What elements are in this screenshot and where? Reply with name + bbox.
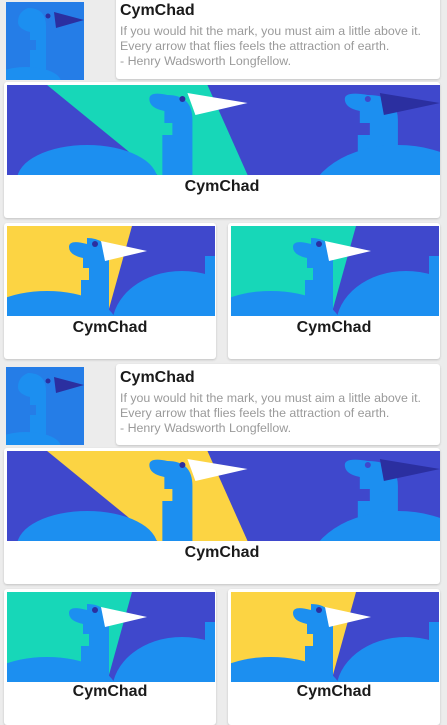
- quote-author: - Henry Wadsworth Longfellow.: [120, 421, 292, 435]
- bird-image: [7, 592, 215, 682]
- item-title: CymChad: [184, 178, 260, 195]
- bird-image: [231, 592, 439, 682]
- right-title: CymChad: [296, 683, 372, 700]
- right-title: CymChad: [296, 319, 372, 336]
- list-item-right-card[interactable]: CymChad: [228, 223, 440, 359]
- left-image: [7, 226, 215, 316]
- banner-image: [7, 451, 440, 541]
- item-quote: If you would hit the mark, you must aim …: [120, 24, 432, 69]
- item-title: CymChad: [120, 369, 195, 386]
- left-image: [7, 592, 215, 682]
- list-item-banner-card[interactable]: CymChad: [4, 82, 440, 218]
- bird-image: [7, 85, 440, 175]
- list-item-left-card[interactable]: CymChad: [4, 223, 216, 359]
- quote-text: If you would hit the mark, you must aim …: [120, 24, 421, 53]
- bird-image: [6, 367, 84, 445]
- banner-image: [7, 85, 440, 175]
- bird-image: [6, 2, 84, 80]
- quote-author: - Henry Wadsworth Longfellow.: [120, 54, 292, 68]
- list-item-right-card[interactable]: CymChad: [228, 589, 440, 725]
- item-title: CymChad: [120, 2, 195, 19]
- right-image: [231, 226, 439, 316]
- bird-image: [7, 451, 440, 541]
- item-quote: If you would hit the mark, you must aim …: [120, 391, 432, 436]
- list-item-text-card[interactable]: CymChad If you would hit the mark, you m…: [116, 0, 440, 79]
- quote-text: If you would hit the mark, you must aim …: [120, 391, 421, 420]
- left-title: CymChad: [72, 319, 148, 336]
- right-image: [231, 592, 439, 682]
- bird-image: [231, 226, 439, 316]
- item-image[interactable]: [6, 367, 84, 445]
- list-item-left-card[interactable]: CymChad: [4, 589, 216, 725]
- list-item-text-card[interactable]: CymChad If you would hit the mark, you m…: [116, 364, 440, 445]
- list-item-banner-card[interactable]: CymChad: [4, 448, 440, 584]
- item-title: CymChad: [184, 544, 260, 561]
- left-title: CymChad: [72, 683, 148, 700]
- bird-image: [7, 226, 215, 316]
- item-image[interactable]: [6, 2, 84, 80]
